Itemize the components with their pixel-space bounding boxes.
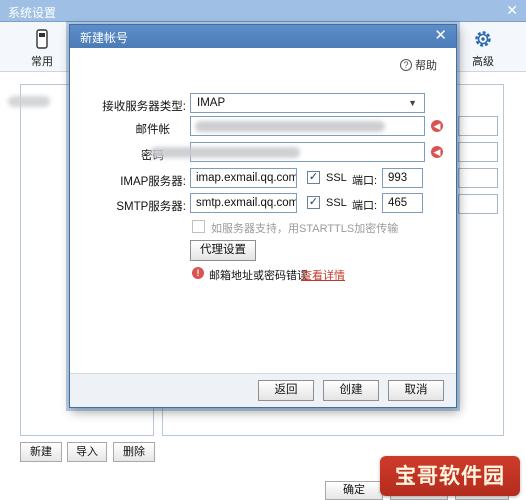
proxy-settings-button[interactable]: 代理设置: [190, 240, 256, 261]
dialog-title-bar: 新建帐号 ✕: [70, 25, 456, 48]
new-account-dialog: 新建帐号 ✕ ? 帮助 接收服务器类型: IMAP ▼ 邮件帐 ◀ 密码 ◀ I…: [69, 24, 457, 408]
smtp-server-field[interactable]: smtp.exmail.qq.com: [190, 193, 297, 213]
error-icon: !: [192, 267, 204, 279]
email-label: 邮件帐: [135, 124, 171, 136]
bg-field[interactable]: [458, 168, 498, 188]
imap-port-field[interactable]: 993: [382, 168, 423, 188]
smtp-ssl-label: SSL: [326, 197, 347, 209]
arrow-left-icon: ◀: [431, 146, 443, 158]
tab-advanced-label: 高级: [472, 56, 494, 68]
dialog-title: 新建帐号: [80, 31, 129, 45]
back-button[interactable]: 返回: [258, 380, 314, 401]
new-account-button[interactable]: 新建: [20, 442, 62, 462]
dialog-close-icon[interactable]: ✕: [434, 27, 447, 45]
tab-general-label: 常用: [31, 56, 53, 68]
redacted-password: [150, 147, 300, 158]
ok-button[interactable]: 确定: [325, 481, 383, 500]
gear-icon: [475, 31, 491, 47]
settings-close-icon[interactable]: ✕: [506, 2, 518, 19]
imap-server-field[interactable]: imap.exmail.qq.com: [190, 168, 297, 188]
bg-field[interactable]: [458, 194, 498, 214]
smtp-ssl-checkbox[interactable]: ✓: [307, 196, 320, 209]
create-button[interactable]: 创建: [323, 380, 379, 401]
watermark-logo: 宝哥软件园: [380, 456, 520, 496]
tab-advanced[interactable]: 高级: [461, 26, 505, 70]
help-label: 帮助: [415, 60, 437, 72]
starttls-label: 如服务器支持，用STARTTLS加密传输: [211, 223, 399, 235]
delete-account-button[interactable]: 删除: [113, 442, 155, 462]
tab-general[interactable]: 常用: [20, 26, 64, 70]
server-type-label: 接收服务器类型:: [102, 101, 186, 113]
imap-ssl-label: SSL: [326, 172, 347, 184]
arrow-left-icon: ◀: [431, 120, 443, 132]
settings-title-bar: 系统设置 ✕: [0, 0, 526, 22]
smtp-port-label: 端口:: [352, 200, 378, 212]
chevron-down-icon: ▼: [408, 98, 417, 108]
import-account-button[interactable]: 导入: [67, 442, 107, 462]
starttls-checkbox[interactable]: [192, 220, 205, 233]
dialog-cancel-button[interactable]: 取消: [388, 380, 444, 401]
settings-window-title: 系统设置: [8, 6, 57, 20]
error-message: 邮箱地址或密码错误: [209, 270, 308, 282]
bg-field[interactable]: [458, 116, 498, 136]
redacted-blur: [8, 96, 50, 107]
help-icon: ?: [400, 59, 412, 71]
server-type-select[interactable]: IMAP ▼: [190, 93, 425, 113]
server-type-value: IMAP: [197, 97, 226, 109]
redacted-email: [195, 121, 385, 132]
imap-port-label: 端口:: [352, 175, 378, 187]
phone-icon: [36, 29, 48, 49]
imap-ssl-checkbox[interactable]: ✓: [307, 171, 320, 184]
smtp-server-label: SMTP服务器:: [116, 201, 186, 213]
smtp-port-field[interactable]: 465: [382, 193, 423, 213]
imap-server-label: IMAP服务器:: [120, 176, 186, 188]
bg-field[interactable]: [458, 142, 498, 162]
help-link[interactable]: ? 帮助: [400, 57, 437, 73]
error-details-link[interactable]: 查看详情: [301, 267, 345, 283]
